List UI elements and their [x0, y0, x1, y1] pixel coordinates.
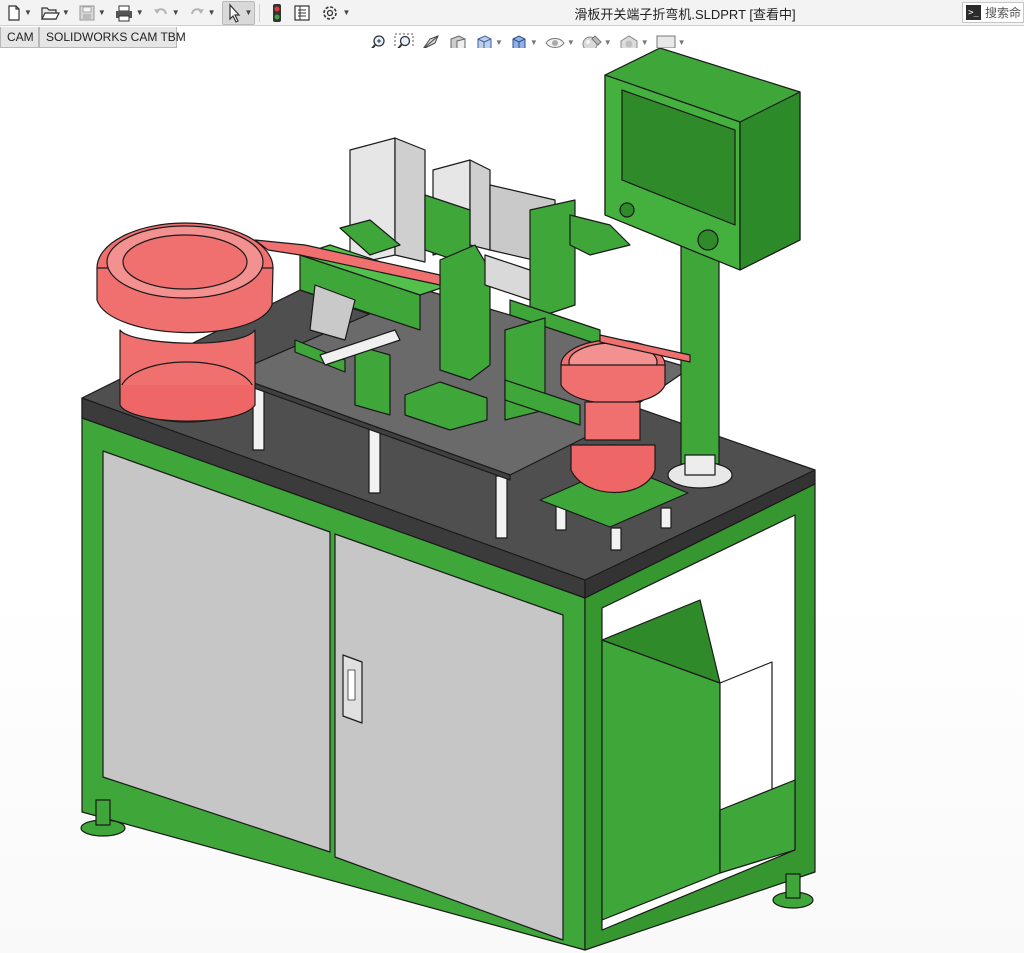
graphics-area[interactable]	[0, 48, 1024, 953]
chevron-down-icon[interactable]: ▼	[24, 8, 32, 17]
command-prompt-icon: >_	[966, 5, 981, 20]
chevron-down-icon[interactable]: ▼	[678, 39, 686, 47]
chevron-down-icon[interactable]: ▼	[530, 39, 538, 47]
machine-model[interactable]	[0, 48, 1024, 953]
redo-button[interactable]: ▼	[186, 1, 218, 25]
control-arm-post	[680, 241, 720, 465]
save-icon	[79, 5, 95, 20]
bending-column	[439, 244, 491, 381]
title-bar: ▼ ▼ ▼ ▼ ▼ ▼ ▼ ▼ 滑板开关端子折弯机.SLDPRT [查看中] >…	[0, 0, 1024, 26]
undo-icon	[153, 7, 167, 14]
chevron-down-icon[interactable]: ▼	[136, 8, 144, 17]
undo-button[interactable]: ▼	[150, 1, 182, 25]
select-pointer-icon	[228, 2, 240, 23]
chevron-down-icon[interactable]: ▼	[641, 39, 649, 47]
rebuild-traffic-light-icon	[273, 3, 282, 22]
chevron-down-icon[interactable]: ▼	[62, 8, 70, 17]
search-commands-box[interactable]: >_ 搜索命	[962, 2, 1024, 23]
toolbar-separator	[259, 3, 261, 22]
chevron-down-icon[interactable]: ▼	[495, 39, 503, 47]
chevron-down-icon[interactable]: ▼	[172, 8, 180, 17]
chevron-down-icon[interactable]: ▼	[98, 8, 106, 17]
chevron-down-icon[interactable]: ▼	[245, 8, 253, 17]
select-button[interactable]: ▼	[221, 0, 256, 25]
options-gear-icon	[323, 5, 338, 20]
chevron-down-icon[interactable]: ▼	[567, 39, 575, 47]
chevron-down-icon[interactable]: ▼	[208, 8, 216, 17]
options-button[interactable]: ▼	[318, 1, 352, 25]
search-placeholder: 搜索命	[985, 6, 1022, 20]
redo-icon	[190, 7, 204, 14]
print-button[interactable]: ▼	[112, 1, 146, 25]
file-properties-button[interactable]	[290, 1, 314, 25]
print-icon	[115, 5, 132, 21]
file-properties-icon	[294, 4, 311, 21]
tab-cam[interactable]: CAM	[0, 27, 39, 48]
rebuild-button[interactable]	[268, 1, 286, 25]
chevron-down-icon[interactable]: ▼	[604, 39, 612, 47]
open-document-button[interactable]: ▼	[38, 1, 72, 25]
tab-solidworks-cam-tbm[interactable]: SOLIDWORKS CAM TBM	[39, 27, 186, 48]
open-document-icon	[40, 6, 60, 20]
new-document-button[interactable]: ▼	[4, 1, 34, 25]
new-document-icon	[8, 4, 20, 21]
save-button[interactable]: ▼	[76, 1, 108, 25]
inner-box	[601, 639, 721, 921]
document-title: 滑板开关端子折弯机.SLDPRT [查看中]	[574, 7, 796, 22]
chevron-down-icon[interactable]: ▼	[342, 8, 350, 17]
